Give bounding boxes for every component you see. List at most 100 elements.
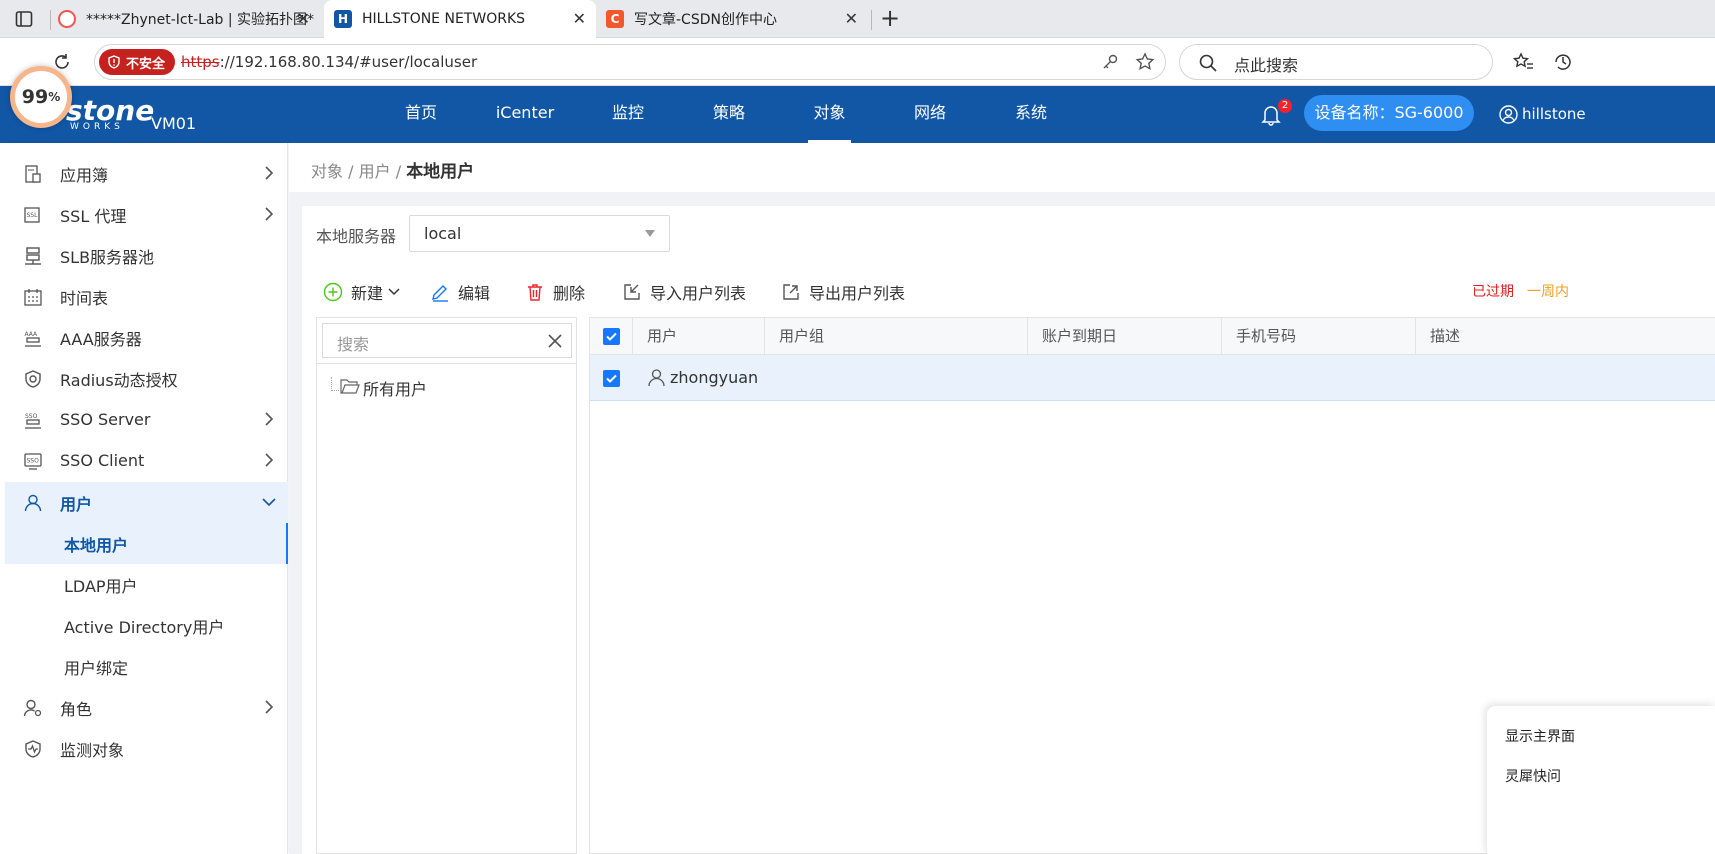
device-label: VM01 <box>151 114 197 133</box>
assistant-float-panel: 显示主界面 灵犀快问 <box>1487 706 1715 854</box>
hillstone-favicon-icon: H <box>334 10 352 28</box>
sidebar-item-ldap-user[interactable]: LDAP用户 <box>5 564 288 605</box>
search-placeholder: 点此搜索 <box>1234 56 1299 75</box>
sidebar-item-label: 用户绑定 <box>64 658 129 678</box>
username[interactable]: hillstone <box>1522 105 1586 123</box>
table-row[interactable]: zhongyuan <box>590 355 1715 401</box>
column-group[interactable]: 用户组 <box>765 318 1028 355</box>
nav-policy[interactable]: 策略 <box>705 86 753 143</box>
new-tab-icon[interactable]: + <box>880 4 900 32</box>
sidebar-item-label: 用户 <box>60 494 93 514</box>
clear-icon[interactable] <box>547 333 563 349</box>
column-user[interactable]: 用户 <box>633 318 765 355</box>
edit-label: 编辑 <box>458 284 491 303</box>
chevron-right-icon <box>265 207 274 221</box>
edit-button[interactable]: 编辑 <box>430 280 490 304</box>
key-icon[interactable] <box>1101 53 1119 71</box>
close-icon[interactable]: ✕ <box>573 9 586 28</box>
user-avatar-icon[interactable] <box>1499 105 1518 124</box>
local-server-select[interactable]: local <box>409 215 670 252</box>
history-icon[interactable] <box>1552 51 1572 73</box>
sidebar-item-ad-user[interactable]: Active Directory用户 <box>5 605 288 646</box>
local-server-label: 本地服务器 <box>316 227 397 246</box>
sidebar-item-label: 本地用户 <box>64 535 129 555</box>
nav-system[interactable]: 系统 <box>1007 86 1055 143</box>
sidebar-item-schedule[interactable]: 时间表 <box>5 276 288 317</box>
breadcrumb-sep: / <box>348 162 354 181</box>
user-tree-panel: 搜索 所有用户 <box>316 317 577 854</box>
nav-monitor[interactable]: 监控 <box>604 86 652 143</box>
select-all-checkbox[interactable] <box>603 328 620 345</box>
breadcrumb: 对象 / 用户 / 本地用户 <box>289 143 1715 192</box>
lab-favicon-icon <box>58 10 76 28</box>
nav-home[interactable]: 首页 <box>396 86 446 143</box>
nav-icenter[interactable]: iCenter <box>493 86 557 143</box>
url-bar[interactable]: 不安全 https://192.168.80.134/#user/localus… <box>94 44 1166 80</box>
breadcrumb-object[interactable]: 对象 <box>311 162 343 181</box>
sidebar-item-sso-server[interactable]: SSO SSO Server <box>5 399 288 440</box>
sidebar-item-role[interactable]: 角色 <box>5 687 288 728</box>
browser-search-box[interactable]: 点此搜索 <box>1179 44 1493 80</box>
folder-open-icon <box>340 379 360 394</box>
url-text[interactable]: https://192.168.80.134/#user/localuser <box>181 53 477 71</box>
favorites-list-icon[interactable] <box>1512 51 1534 73</box>
aaa-server-icon: AAA <box>25 331 41 347</box>
cell-user: zhongyuan <box>670 368 759 387</box>
browser-tab-hillstone[interactable]: H HILLSTONE NETWORKS ✕ <box>324 0 596 38</box>
close-icon[interactable]: ✕ <box>297 9 310 28</box>
url-scheme: https <box>181 53 220 71</box>
new-label: 新建 <box>351 284 384 303</box>
sidebar-item-users[interactable]: 用户 <box>5 482 288 523</box>
delete-label: 删除 <box>553 284 586 303</box>
logo-sub: WORKS <box>70 122 124 132</box>
tree-search-input[interactable]: 搜索 <box>322 323 572 358</box>
sidebar-item-sso-client[interactable]: SSO SSO Client <box>5 440 288 481</box>
sidebar-item-user-binding[interactable]: 用户绑定 <box>5 646 288 687</box>
add-circle-icon <box>323 282 343 302</box>
app-book-icon <box>25 165 41 183</box>
sidebar-item-local-user[interactable]: 本地用户 <box>5 523 288 564</box>
tab-actions-icon[interactable] <box>15 10 33 28</box>
chevron-right-icon <box>265 166 274 180</box>
insecure-badge[interactable]: 不安全 <box>99 49 176 75</box>
tree-search-placeholder: 搜索 <box>337 335 370 354</box>
delete-button[interactable]: 删除 <box>525 280 585 304</box>
show-main-ui-button[interactable]: 显示主界面 <box>1505 726 1575 746</box>
notification-badge: 2 <box>1278 99 1292 113</box>
column-description[interactable]: 描述 <box>1416 318 1715 355</box>
browser-tab-csdn[interactable]: C 写文章-CSDN创作中心 ✕ <box>600 0 868 38</box>
sidebar-item-aaa-server[interactable]: AAA AAA服务器 <box>5 317 288 358</box>
column-phone[interactable]: 手机号码 <box>1222 318 1416 355</box>
nav-network[interactable]: 网络 <box>906 86 954 143</box>
nav-object[interactable]: 对象 <box>808 86 851 143</box>
chevron-right-icon <box>265 700 274 714</box>
zoom-badge[interactable]: 99% <box>10 66 72 128</box>
export-icon <box>783 284 799 300</box>
sso-server-icon: SSO <box>25 413 41 429</box>
week-legend: 一周内 <box>1527 284 1569 300</box>
header-checkbox-cell <box>590 318 633 355</box>
favorite-star-icon[interactable] <box>1135 52 1155 72</box>
import-users-button[interactable]: 导入用户列表 <box>622 280 746 304</box>
import-label: 导入用户列表 <box>650 284 747 303</box>
search-icon <box>1199 54 1217 72</box>
column-expire[interactable]: 账户到期日 <box>1028 318 1222 355</box>
lingxi-quick-ask-button[interactable]: 灵犀快问 <box>1505 766 1561 786</box>
sidebar-item-label: Active Directory用户 <box>64 617 225 637</box>
user-icon <box>648 369 665 387</box>
sidebar-item-app-book[interactable]: 应用簿 <box>5 153 288 194</box>
row-checkbox[interactable] <box>603 370 620 387</box>
browser-tab-lab[interactable]: *****Zhynet-Ict-Lab | 实验拓扑图* ✕ <box>58 0 320 38</box>
tab-title: 写文章-CSDN创作中心 <box>634 12 777 28</box>
export-users-button[interactable]: 导出用户列表 <box>781 280 905 304</box>
device-name-pill[interactable]: 设备名称：SG-6000 <box>1304 95 1474 131</box>
close-icon[interactable]: ✕ <box>845 9 858 28</box>
tree-node-all-users[interactable]: 所有用户 <box>363 376 427 400</box>
sidebar-item-ssl-proxy[interactable]: SSL SSL 代理 <box>5 194 288 235</box>
sidebar-item-slb-pool[interactable]: SLB服务器池 <box>5 235 288 276</box>
sidebar-item-monitor-object[interactable]: 监测对象 <box>5 728 288 769</box>
edit-pencil-icon <box>432 285 448 302</box>
sidebar-item-radius[interactable]: Radius动态授权 <box>5 358 288 399</box>
new-button[interactable]: 新建 <box>323 280 400 304</box>
breadcrumb-user[interactable]: 用户 <box>359 162 391 181</box>
